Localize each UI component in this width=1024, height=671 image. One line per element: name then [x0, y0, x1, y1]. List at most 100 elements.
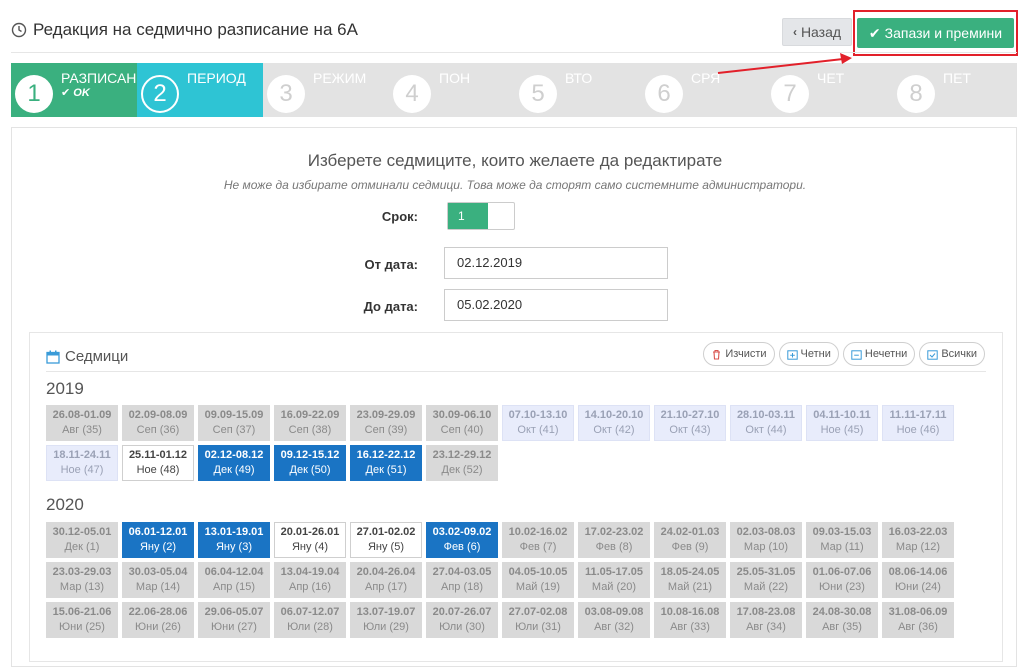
week-dates: 13.07-19.07: [356, 606, 416, 618]
week-cell[interactable]: 15.06-21.06 Юни (25): [46, 602, 118, 638]
to-date-input[interactable]: 05.02.2020: [444, 289, 668, 321]
week-cell[interactable]: 04.11-10.11 Ное (45): [806, 405, 878, 441]
week-cell[interactable]: 29.06-05.07 Юни (27): [198, 602, 270, 638]
week-dates: 04.05-10.05: [508, 566, 568, 578]
week-cell[interactable]: 09.03-15.03 Мар (11): [806, 522, 878, 558]
back-button[interactable]: ‹ Назад: [782, 18, 852, 46]
week-month: Юли (31): [515, 621, 561, 633]
week-cell[interactable]: 30.12-05.01 Дек (1): [46, 522, 118, 558]
week-cell[interactable]: 04.05-10.05 Май (19): [502, 562, 574, 598]
week-month: Юли (29): [363, 621, 409, 633]
trash-icon: [713, 349, 721, 360]
week-cell[interactable]: 03.08-09.08 Авг (32): [578, 602, 650, 638]
week-cell[interactable]: 27.07-02.08 Юли (31): [502, 602, 574, 638]
wizard-step-5[interactable]: 5 ВТО: [515, 63, 641, 117]
week-cell[interactable]: 10.02-16.02 Фев (7): [502, 522, 574, 558]
week-cell[interactable]: 06.04-12.04 Апр (15): [198, 562, 270, 598]
week-cell[interactable]: 24.08-30.08 Авг (35): [806, 602, 878, 638]
step-label: РЕЖИМ: [313, 70, 367, 86]
week-month: Апр (15): [212, 581, 256, 593]
week-cell[interactable]: 25.11-01.12 Ное (48): [122, 445, 194, 481]
week-cell[interactable]: 28.10-03.11 Окт (44): [730, 405, 802, 441]
week-cell[interactable]: 13.07-19.07 Юли (29): [350, 602, 422, 638]
wizard-step-6[interactable]: 6 СРЯ: [641, 63, 767, 117]
week-cell[interactable]: 09.09-15.09 Сеп (37): [198, 405, 270, 441]
year-heading-2020: 2020: [46, 495, 84, 514]
week-dates: 17.08-23.08: [736, 606, 796, 618]
week-cell[interactable]: 02.09-08.09 Сеп (36): [122, 405, 194, 441]
week-cell[interactable]: 26.08-01.09 Авг (35): [46, 405, 118, 441]
week-month: Фев (6): [443, 541, 481, 553]
step-label: СРЯ: [691, 70, 721, 86]
week-month: Мар (13): [59, 581, 105, 593]
week-cell[interactable]: 20.01-26.01 Яну (4): [274, 522, 346, 558]
week-cell[interactable]: 24.02-01.03 Фев (9): [654, 522, 726, 558]
week-month: Дек (49): [213, 464, 255, 476]
week-cell[interactable]: 27.04-03.05 Апр (18): [426, 562, 498, 598]
clear-button[interactable]: Изчисти: [703, 342, 775, 366]
week-cell[interactable]: 23.03-29.03 Мар (13): [46, 562, 118, 598]
week-cell[interactable]: 13.01-19.01 Яну (3): [198, 522, 270, 558]
wizard-step-3[interactable]: 3 РЕЖИМ: [263, 63, 389, 117]
save-and-continue-button[interactable]: ✔ Запази и премини: [857, 18, 1014, 48]
week-cell[interactable]: 20.04-26.04 Апр (17): [350, 562, 422, 598]
week-cell[interactable]: 18.11-24.11 Ное (47): [46, 445, 118, 481]
week-cell[interactable]: 09.12-15.12 Дек (50): [274, 445, 346, 481]
week-cell[interactable]: 27.01-02.02 Яну (5): [350, 522, 422, 558]
week-cell[interactable]: 01.06-07.06 Юни (23): [806, 562, 878, 598]
week-cell[interactable]: 08.06-14.06 Юни (24): [882, 562, 954, 598]
week-month: Окт (41): [517, 424, 559, 436]
wizard-step-1[interactable]: 1 РАЗПИСАН ✔ OK: [11, 63, 137, 117]
even-weeks-button[interactable]: Четни: [778, 342, 839, 366]
week-cell[interactable]: 23.12-29.12 Дек (52): [426, 445, 498, 481]
week-cell[interactable]: 02.03-08.03 Мар (10): [730, 522, 802, 558]
from-date-label: От дата:: [364, 257, 419, 272]
week-month: Мар (10): [743, 541, 789, 553]
wizard-step-2[interactable]: 2 ПЕРИОД: [137, 63, 263, 117]
week-dates: 10.08-16.08: [660, 606, 720, 618]
week-month: Сеп (39): [364, 424, 408, 436]
wizard-step-7[interactable]: 7 ЧЕТ: [767, 63, 893, 117]
back-button-label: Назад: [800, 24, 842, 40]
chevron-left-icon: ‹: [792, 25, 797, 39]
week-cell[interactable]: 07.10-13.10 Окт (41): [502, 405, 574, 441]
week-cell[interactable]: 22.06-28.06 Юни (26): [122, 602, 194, 638]
all-weeks-button[interactable]: Всички: [919, 342, 985, 366]
week-cell[interactable]: 02.12-08.12 Дек (49): [198, 445, 270, 481]
week-cell[interactable]: 06.07-12.07 Юли (28): [274, 602, 346, 638]
week-month: Яну (3): [215, 541, 253, 553]
week-cell[interactable]: 06.01-12.01 Яну (2): [122, 522, 194, 558]
week-cell[interactable]: 03.02-09.02 Фев (6): [426, 522, 498, 558]
week-dates: 23.12-29.12: [432, 449, 492, 461]
week-cell[interactable]: 30.09-06.10 Сеп (40): [426, 405, 498, 441]
week-cell[interactable]: 11.11-17.11 Ное (46): [882, 405, 954, 441]
week-month: Мар (11): [820, 541, 864, 553]
week-cell[interactable]: 14.10-20.10 Окт (42): [578, 405, 650, 441]
even-weeks-label: Четни: [800, 348, 831, 360]
week-cell[interactable]: 21.10-27.10 Окт (43): [654, 405, 726, 441]
week-cell[interactable]: 16.12-22.12 Дек (51): [350, 445, 422, 481]
odd-weeks-button[interactable]: Нечетни: [842, 342, 916, 366]
week-cell[interactable]: 16.03-22.03 Мар (12): [882, 522, 954, 558]
term-toggle[interactable]: 1: [447, 202, 515, 230]
term-toggle-value: 1: [448, 203, 488, 229]
week-cell[interactable]: 13.04-19.04 Апр (16): [274, 562, 346, 598]
week-cell[interactable]: 10.08-16.08 Авг (33): [654, 602, 726, 638]
week-cell[interactable]: 17.02-23.02 Фев (8): [578, 522, 650, 558]
wizard-steps: 1 РАЗПИСАН ✔ OK 2 ПЕРИОД 3 РЕЖИМ 4 ПОН 5…: [11, 63, 1017, 117]
wizard-step-8[interactable]: 8 ПЕТ: [893, 63, 1017, 117]
weeks-divider: [46, 371, 986, 372]
week-cell[interactable]: 25.05-31.05 Май (22): [730, 562, 802, 598]
week-cell[interactable]: 20.07-26.07 Юли (30): [426, 602, 498, 638]
week-cell[interactable]: 11.05-17.05 Май (20): [578, 562, 650, 598]
week-cell[interactable]: 16.09-22.09 Сеп (38): [274, 405, 346, 441]
from-date-input[interactable]: 02.12.2019: [444, 247, 668, 279]
week-cell[interactable]: 23.09-29.09 Сеп (39): [350, 405, 422, 441]
week-cell[interactable]: 17.08-23.08 Авг (34): [730, 602, 802, 638]
week-cell[interactable]: 30.03-05.04 Мар (14): [122, 562, 194, 598]
week-month: Ное (46): [896, 424, 940, 436]
calendar-plus-icon: [786, 349, 798, 360]
week-cell[interactable]: 18.05-24.05 Май (21): [654, 562, 726, 598]
wizard-step-4[interactable]: 4 ПОН: [389, 63, 515, 117]
week-cell[interactable]: 31.08-06.09 Авг (36): [882, 602, 954, 638]
